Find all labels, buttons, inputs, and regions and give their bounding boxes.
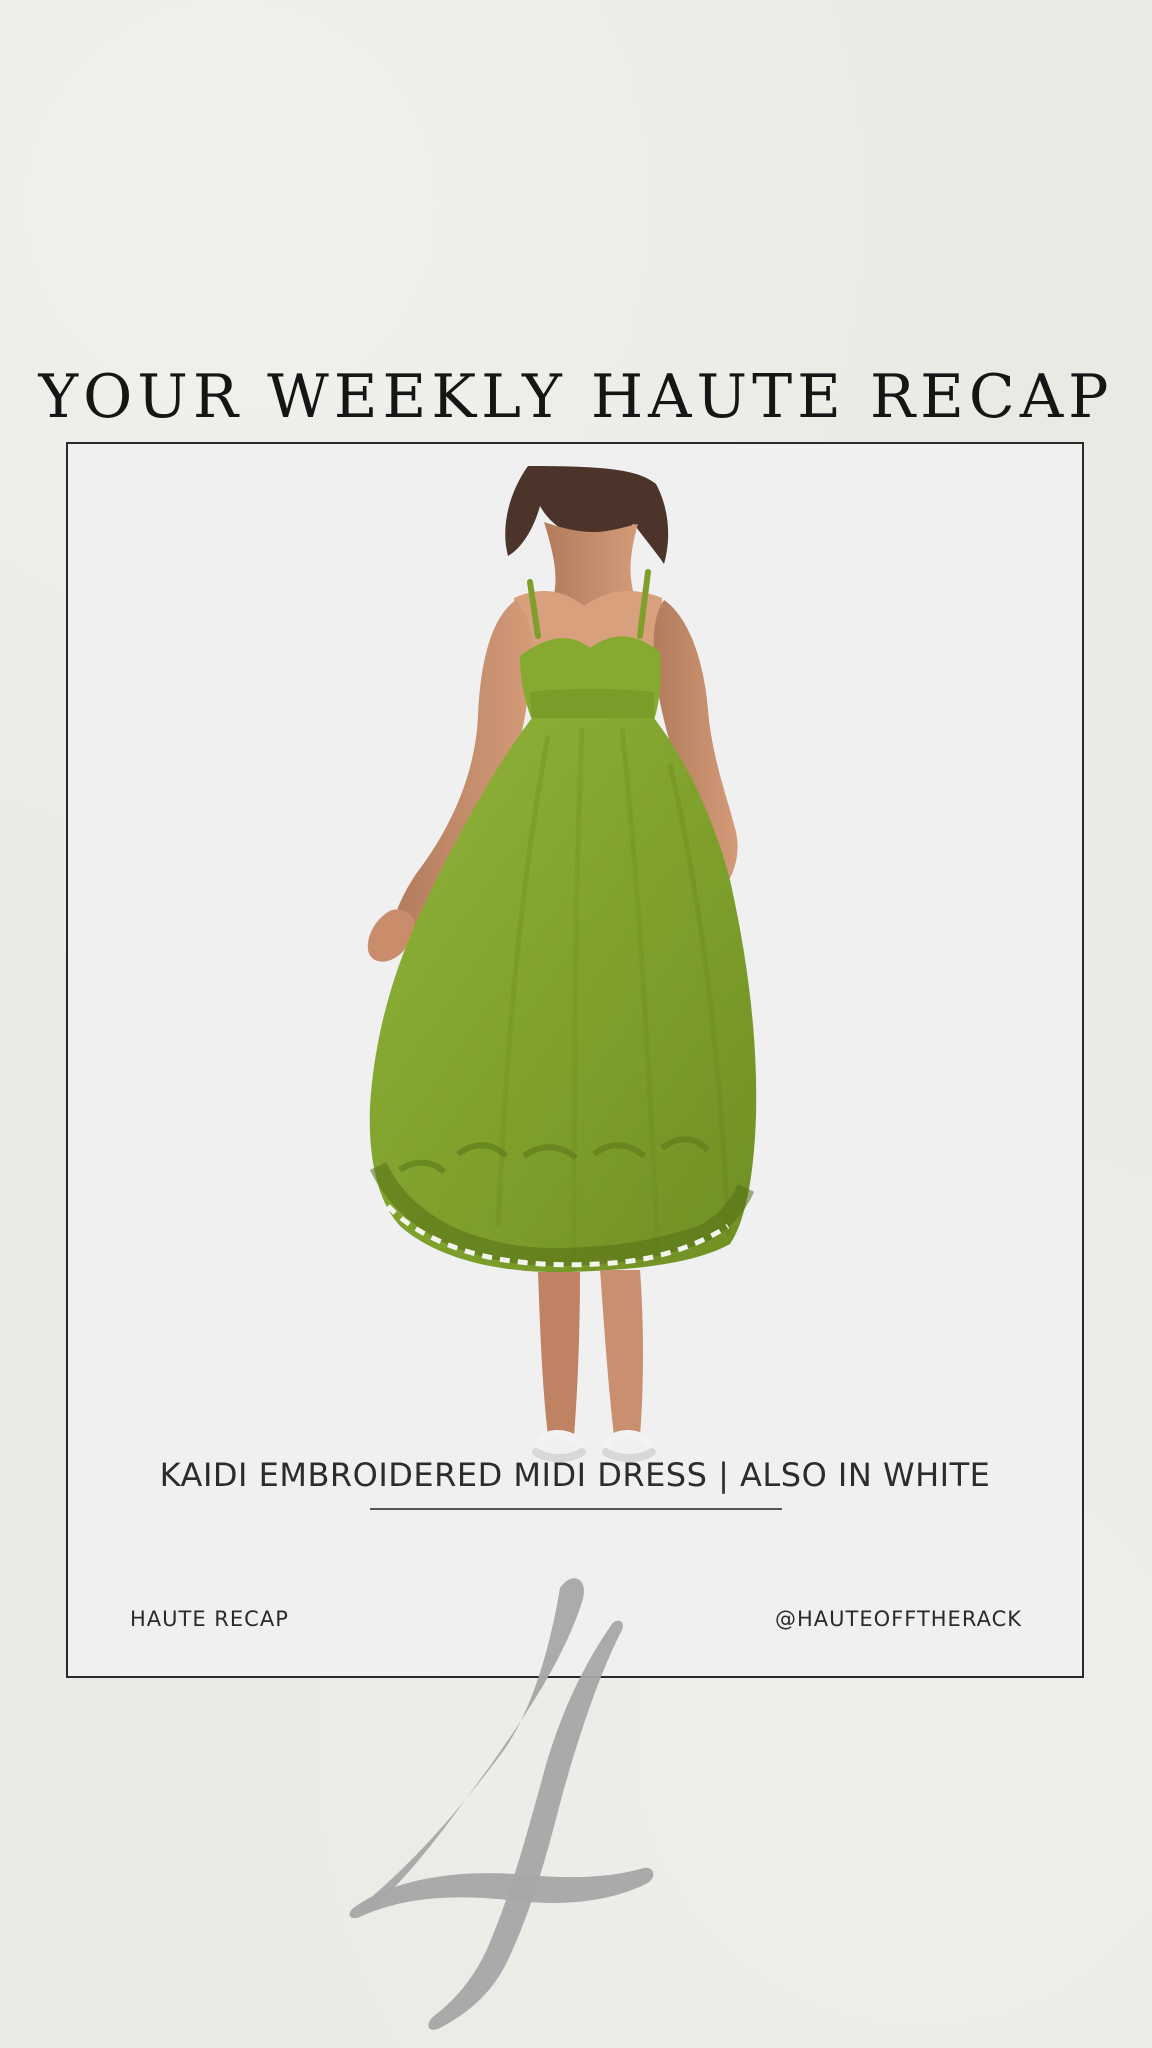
product-image[interactable] — [288, 466, 848, 1466]
page-title: YOUR WEEKLY HAUTE RECAP — [38, 362, 1114, 432]
story-page: YOUR WEEKLY HAUTE RECAP KAIDI EMBROIDERE… — [0, 0, 1152, 2048]
caption-underline — [370, 1508, 782, 1510]
product-caption[interactable]: KAIDI EMBROIDERED MIDI DRESS | ALSO IN W… — [68, 1456, 1082, 1494]
product-card[interactable]: KAIDI EMBROIDERED MIDI DRESS | ALSO IN W… — [66, 442, 1084, 1678]
footer-handle[interactable]: @HAUTEOFFTHERACK — [775, 1607, 1022, 1631]
footer-brand-label: HAUTE RECAP — [130, 1607, 289, 1631]
